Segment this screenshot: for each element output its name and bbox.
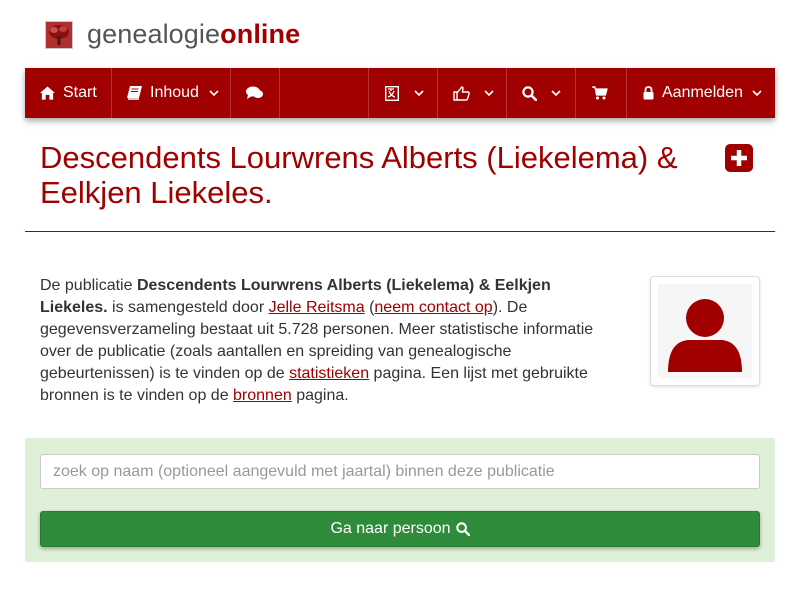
title-divider xyxy=(25,231,775,232)
comments-icon xyxy=(246,86,263,99)
statistics-link[interactable]: statistieken xyxy=(289,365,369,382)
intro-text: is samengesteld door xyxy=(107,299,269,316)
intro-text: De publicatie xyxy=(40,277,137,294)
nav-like[interactable] xyxy=(438,68,507,118)
site-logo[interactable]: genealogieonline xyxy=(87,17,300,51)
site-header: genealogieonline xyxy=(25,0,775,68)
nav-cart[interactable] xyxy=(576,68,627,118)
search-icon xyxy=(522,85,537,101)
go-to-person-button[interactable]: Ga naar persoon xyxy=(40,511,760,547)
plus-icon xyxy=(731,150,747,166)
cart-icon xyxy=(592,86,608,100)
intro-text: pagina. xyxy=(291,387,349,404)
chevron-down-icon xyxy=(209,89,219,96)
chevron-down-icon xyxy=(414,89,424,96)
author-avatar[interactable] xyxy=(650,276,760,386)
nav-login-label: Aanmelden xyxy=(662,84,743,101)
nav-start-label: Start xyxy=(63,84,97,101)
nav-start[interactable]: Start xyxy=(25,68,112,118)
chevron-down-icon xyxy=(484,89,494,96)
chevron-down-icon xyxy=(752,89,762,96)
nav-inhoud[interactable]: Inhoud xyxy=(112,68,231,118)
sources-link[interactable]: bronnen xyxy=(233,387,292,404)
person-search-panel: Ga naar persoon xyxy=(25,438,775,562)
book-icon xyxy=(127,86,142,100)
publication-intro: De publicatie Descendents Lourwrens Albe… xyxy=(40,275,610,407)
avatar-background xyxy=(658,284,752,378)
nav-inhoud-label: Inhoud xyxy=(150,84,199,101)
home-icon xyxy=(40,86,55,100)
user-silhouette-icon xyxy=(668,299,742,372)
tree-logo-icon[interactable] xyxy=(45,21,73,49)
logo-text-online: online xyxy=(220,19,301,49)
nav-search[interactable] xyxy=(507,68,576,118)
nav-forum[interactable] xyxy=(231,68,280,118)
search-icon xyxy=(455,522,470,536)
lock-icon xyxy=(643,86,654,100)
go-to-person-label: Ga naar persoon xyxy=(330,520,451,537)
add-button[interactable] xyxy=(725,144,753,172)
author-link[interactable]: Jelle Reitsma xyxy=(269,299,365,316)
nav-language[interactable] xyxy=(368,68,438,118)
page-title: Descendents Lourwrens Alberts (Liekelema… xyxy=(40,140,678,210)
thumbs-up-icon xyxy=(453,85,470,101)
person-search-input[interactable] xyxy=(40,454,760,489)
intro-text: ( xyxy=(364,299,375,316)
main-navbar: Start Inhoud Aanmelden xyxy=(25,68,775,118)
translate-icon xyxy=(385,85,399,101)
chevron-down-icon xyxy=(551,89,561,96)
nav-login[interactable]: Aanmelden xyxy=(627,68,775,118)
logo-text-genealogie: genealogie xyxy=(87,19,221,49)
contact-link[interactable]: neem contact op xyxy=(374,299,492,316)
